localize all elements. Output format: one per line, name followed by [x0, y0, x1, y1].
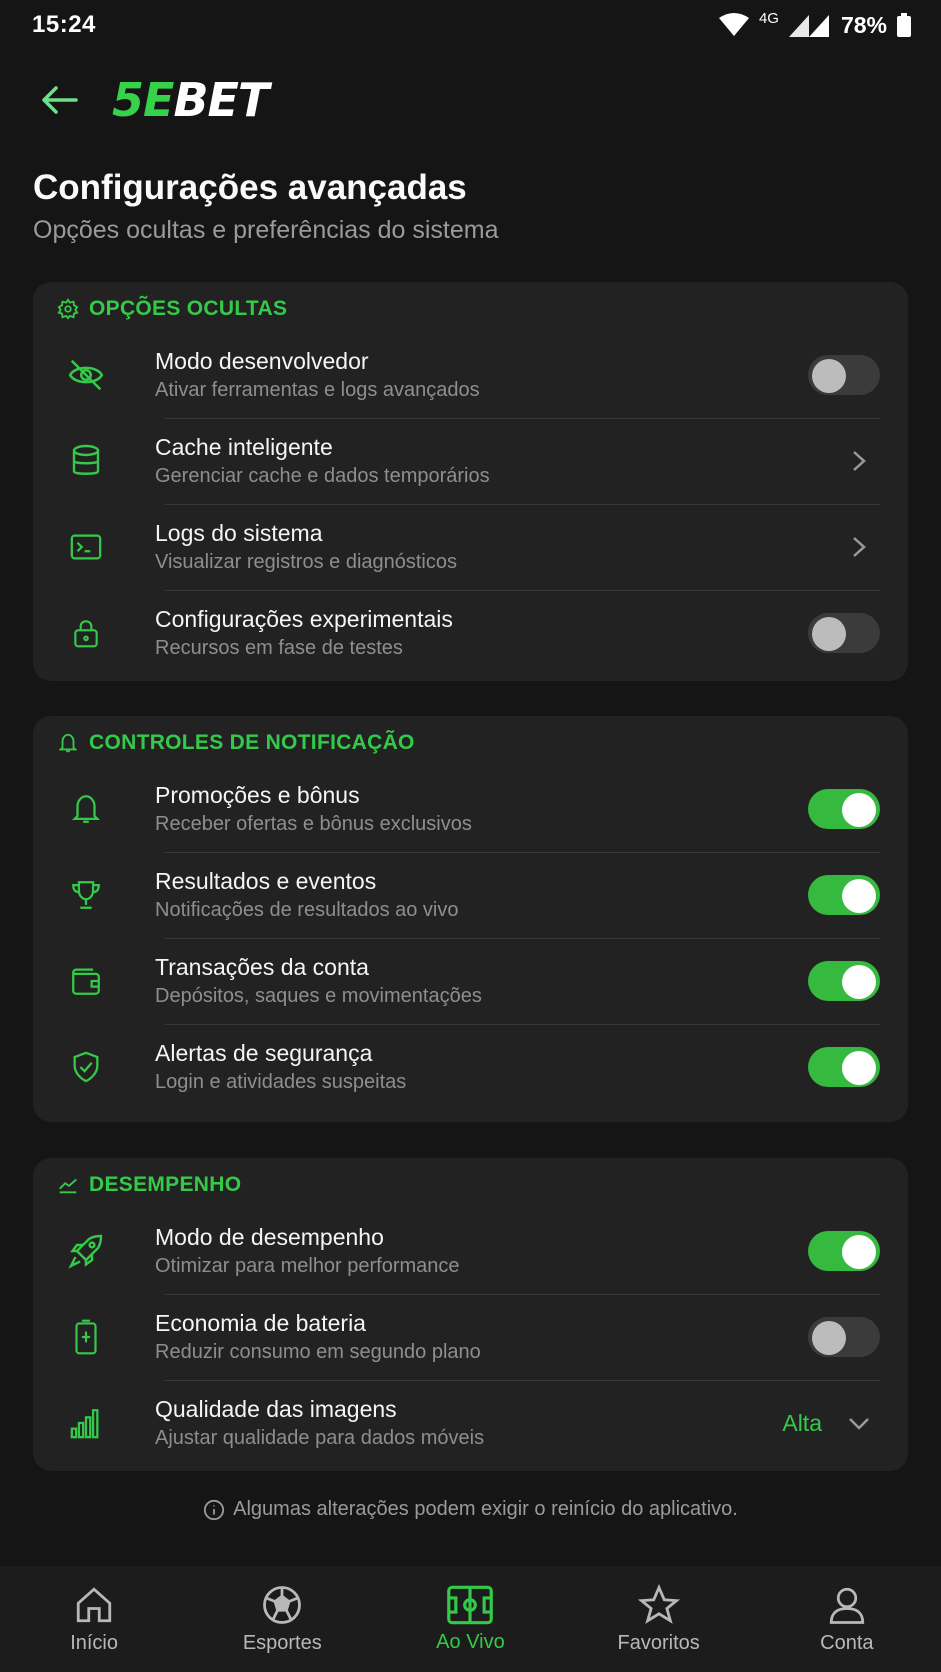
setting-row-system-logs[interactable]: Logs do sistema Visualizar registros e d…	[57, 504, 880, 590]
setting-label: Resultados e eventos	[155, 868, 377, 894]
setting-description: Notificações de resultados ao vivo	[155, 899, 459, 921]
setting-label: Economia de bateria	[155, 1310, 366, 1336]
selected-value: Alta	[782, 1409, 822, 1436]
status-icons: 4G 78%	[718, 9, 911, 39]
nav-item-home[interactable]: Início	[19, 1584, 169, 1655]
image-quality-select[interactable]: Alta	[782, 1408, 880, 1438]
experimental-toggle[interactable]	[808, 613, 880, 653]
performance-card: DESEMPENHO Modo de desempenho Otimizar p…	[33, 1158, 908, 1471]
nav-item-sports[interactable]: Esportes	[207, 1584, 357, 1655]
setting-label: Modo de desempenho	[155, 1224, 384, 1250]
wifi-icon	[718, 13, 749, 36]
section-title: DESEMPENHO	[57, 1158, 880, 1208]
bottom-nav: Início Esportes Ao Vivo Favoritos Conta	[0, 1566, 941, 1672]
setting-row-performance-mode[interactable]: Modo de desempenho Otimizar para melhor …	[57, 1208, 880, 1294]
chart-line-icon	[59, 1178, 77, 1194]
section-title: CONTROLES DE NOTIFICAÇÃO	[57, 716, 880, 766]
setting-row-security-alerts[interactable]: Alertas de segurança Login e atividades …	[57, 1024, 880, 1110]
network-type: 4G	[758, 9, 779, 27]
chevron-down-icon	[844, 1408, 874, 1438]
setting-label: Logs do sistema	[155, 520, 323, 546]
results-toggle[interactable]	[808, 875, 880, 915]
battery-saver-toggle[interactable]	[808, 1317, 880, 1357]
chevron-right-icon[interactable]	[844, 532, 874, 562]
info-icon	[204, 1499, 225, 1520]
setting-label: Alertas de segurança	[155, 1040, 373, 1066]
home-icon	[76, 1586, 112, 1622]
security-alerts-toggle[interactable]	[808, 1047, 880, 1087]
setting-row-smart-cache[interactable]: Cache inteligente Gerenciar cache e dado…	[57, 418, 880, 504]
rocket-icon	[61, 1226, 111, 1276]
setting-description: Reduzir consumo em segundo plano	[155, 1341, 481, 1363]
setting-label: Configurações experimentais	[155, 606, 453, 632]
developer-mode-toggle[interactable]	[808, 355, 880, 395]
lock-icon	[61, 608, 111, 658]
trophy-icon	[61, 870, 111, 920]
wallet-icon	[61, 956, 111, 1006]
setting-row-transactions[interactable]: Transações da conta Depósitos, saques e …	[57, 938, 880, 1024]
brand-logo: 5EBET	[112, 73, 269, 127]
arrow-left-icon	[42, 86, 78, 114]
setting-description: Depósitos, saques e movimentações	[155, 985, 482, 1007]
setting-row-experimental[interactable]: Configurações experimentais Recursos em …	[57, 590, 880, 676]
terminal-icon	[61, 522, 111, 572]
setting-description: Recursos em fase de testes	[155, 637, 403, 659]
status-time: 15:24	[32, 11, 96, 38]
promotions-toggle[interactable]	[808, 789, 880, 829]
database-icon	[61, 436, 111, 486]
user-icon	[829, 1587, 864, 1624]
hidden-options-card: OPÇÕES OCULTAS Modo desenvolvedor Ativar…	[33, 282, 908, 681]
gear-icon	[57, 298, 79, 320]
setting-description: Receber ofertas e bônus exclusivos	[155, 813, 472, 835]
status-bar: 15:24 4G 78%	[0, 0, 941, 50]
nav-item-account[interactable]: Conta	[772, 1584, 922, 1655]
chevron-right-icon[interactable]	[844, 446, 874, 476]
setting-label: Promoções e bônus	[155, 782, 360, 808]
setting-row-developer-mode[interactable]: Modo desenvolvedor Ativar ferramentas e …	[57, 332, 880, 418]
nav-item-favorites[interactable]: Favoritos	[584, 1583, 734, 1655]
notification-controls-card: CONTROLES DE NOTIFICAÇÃO Promoções e bôn…	[33, 716, 908, 1122]
battery-icon	[897, 13, 911, 37]
setting-label: Transações da conta	[155, 954, 369, 980]
soccer-ball-icon	[263, 1585, 302, 1624]
bell-icon	[61, 784, 111, 834]
setting-description: Ajustar qualidade para dados móveis	[155, 1427, 485, 1449]
transactions-toggle[interactable]	[808, 961, 880, 1001]
app-header: 5EBET	[36, 70, 269, 130]
shield-check-icon	[61, 1042, 111, 1092]
setting-description: Ativar ferramentas e logs avançados	[155, 379, 480, 401]
setting-description: Visualizar registros e diagnósticos	[155, 551, 458, 573]
setting-description: Otimizar para melhor performance	[155, 1255, 460, 1277]
battery-icon	[61, 1312, 111, 1362]
page-subtitle: Opções ocultas e preferências do sistema	[33, 216, 499, 244]
setting-row-image-quality[interactable]: Qualidade das imagens Ajustar qualidade …	[57, 1380, 880, 1466]
setting-row-promotions[interactable]: Promoções e bônus Receber ofertas e bônu…	[57, 766, 880, 852]
battery-percent: 78%	[840, 11, 887, 38]
cell-signal-icon	[788, 15, 829, 37]
section-title: OPÇÕES OCULTAS	[57, 282, 880, 332]
signal-bars-icon	[61, 1398, 111, 1448]
back-button[interactable]	[36, 77, 82, 123]
live-field-icon	[447, 1585, 494, 1624]
setting-label: Cache inteligente	[155, 434, 333, 460]
setting-row-battery-saver[interactable]: Economia de bateria Reduzir consumo em s…	[57, 1294, 880, 1380]
star-icon	[637, 1583, 680, 1624]
setting-description: Login e atividades suspeitas	[155, 1071, 407, 1093]
performance-mode-toggle[interactable]	[808, 1231, 880, 1271]
eye-off-icon	[61, 350, 111, 400]
setting-description: Gerenciar cache e dados temporários	[155, 465, 490, 487]
setting-row-results[interactable]: Resultados e eventos Notificações de res…	[57, 852, 880, 938]
page-title: Configurações avançadas	[33, 168, 467, 207]
restart-notice: Algumas alterações podem exigir o reiníc…	[0, 1498, 941, 1521]
nav-item-live[interactable]: Ao Vivo	[395, 1585, 545, 1654]
bell-icon	[58, 733, 78, 753]
setting-label: Modo desenvolvedor	[155, 348, 369, 374]
setting-label: Qualidade das imagens	[155, 1396, 397, 1422]
